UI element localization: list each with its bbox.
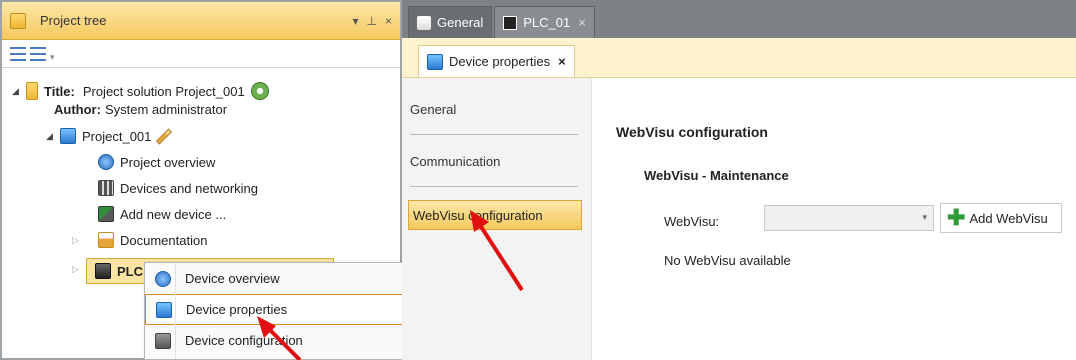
collapsed-triangle-icon[interactable]: ▷ — [72, 264, 86, 275]
project-tree-icon — [10, 12, 26, 29]
empty-message: No WebVisu available — [664, 253, 791, 268]
menu-item-label: Device overview — [185, 271, 280, 286]
close-icon[interactable]: × — [558, 54, 566, 69]
webvisu-label: WebVisu: — [664, 214, 720, 229]
tree-node-label: Project_001 — [82, 128, 152, 144]
tree-toolbar: ▾ — [2, 40, 400, 68]
tree-node-label: Devices and networking — [120, 180, 259, 196]
plus-icon: ✚ — [947, 205, 966, 230]
documentation-icon — [98, 232, 114, 248]
nav-item-communication[interactable]: Communication — [410, 154, 584, 169]
chevron-down-icon[interactable]: ▾ — [922, 212, 927, 223]
tree-node-project-overview[interactable]: Project overview — [98, 154, 215, 170]
menu-item-label: Device configuration — [185, 333, 303, 348]
expand-triangle-icon[interactable]: ◢ — [12, 86, 26, 97]
author-row: Author: System administrator — [54, 102, 227, 117]
tree-node-label: Project overview — [120, 154, 216, 170]
project-icon — [60, 128, 76, 144]
plc-icon — [95, 263, 111, 279]
title-label: Title: — [44, 83, 75, 99]
project-root-icon — [26, 82, 38, 100]
device-properties-icon — [427, 53, 443, 70]
properties-content: WebVisu configuration WebVisu - Maintena… — [592, 78, 1076, 360]
editor-area: General PLC_01 × Device properties × Gen… — [402, 0, 1076, 360]
sub-tab-bar: Device properties × — [402, 38, 1076, 78]
author-value: System administrator — [104, 102, 228, 117]
nav-divider — [410, 134, 578, 135]
expand-triangle-icon[interactable]: ◢ — [46, 131, 60, 142]
info-icon — [98, 154, 114, 170]
project-tree-header: Project tree ▾ ⊥ × — [2, 2, 400, 40]
tab-device-properties[interactable]: Device properties × — [418, 45, 575, 77]
tree-node-devices-networking[interactable]: Devices and networking — [98, 180, 258, 196]
tab-label: General — [437, 15, 484, 30]
collapsed-triangle-icon[interactable]: ▷ — [72, 235, 86, 246]
project-tree-title: Project tree — [40, 13, 107, 28]
nav-item-label: WebVisu configuration — [413, 207, 543, 223]
pin-icon[interactable]: ⊥ — [367, 14, 377, 28]
project-root-node[interactable]: ◢ Title: Project solution Project_001 — [12, 82, 275, 100]
nav-divider — [410, 186, 578, 187]
close-icon[interactable]: × — [578, 15, 586, 30]
info-icon — [155, 270, 171, 287]
tree-node-documentation[interactable]: ▷ Documentation — [72, 232, 207, 248]
menu-item-label: Device properties — [186, 302, 288, 317]
add-device-icon — [98, 206, 114, 222]
tree-node-add-new-device[interactable]: Add new device ... — [98, 206, 226, 222]
tab-plc-01[interactable]: PLC_01 × — [494, 6, 595, 38]
plc-icon — [503, 15, 518, 30]
tree-node-label: Documentation — [120, 232, 208, 248]
home-icon — [417, 15, 431, 30]
tree-node-label: Add new device ... — [120, 206, 227, 222]
title-value: Project solution Project_001 — [82, 83, 245, 99]
webvisu-select[interactable]: ▾ — [764, 205, 934, 231]
tab-label: Device properties — [449, 54, 551, 69]
author-label: Author: — [54, 102, 101, 117]
network-icon — [98, 180, 114, 196]
device-configuration-icon — [155, 332, 171, 349]
add-webvisu-label: Add WebVisu — [969, 210, 1048, 226]
properties-nav: General Communication WebVisu configurat… — [402, 78, 592, 360]
tree-node-label: PLC — [117, 263, 143, 279]
section-title: WebVisu configuration — [616, 124, 768, 140]
nav-item-general[interactable]: General — [410, 102, 584, 117]
subsection-title: WebVisu - Maintenance — [644, 168, 789, 183]
tab-general[interactable]: General — [408, 6, 493, 38]
tree-node-project[interactable]: ◢ Project_001 — [46, 127, 173, 145]
expand-all-icon[interactable] — [10, 46, 26, 61]
document-tab-bar: General PLC_01 × — [402, 0, 1076, 38]
tab-label: PLC_01 — [523, 15, 571, 30]
add-webvisu-button[interactable]: ✚ Add WebVisu — [940, 203, 1062, 233]
panel-controls[interactable]: ▾ ⊥ × — [353, 14, 393, 28]
nav-item-webvisu-configuration[interactable]: WebVisu configuration — [408, 200, 582, 230]
settings-gear-icon[interactable] — [250, 82, 269, 100]
close-icon[interactable]: × — [385, 14, 392, 28]
chevron-down-icon[interactable]: ▾ — [50, 52, 55, 63]
pencil-icon[interactable] — [156, 127, 173, 145]
chevron-down-icon[interactable]: ▾ — [353, 14, 359, 28]
collapse-all-icon[interactable] — [30, 46, 46, 61]
device-properties-icon — [156, 301, 172, 318]
